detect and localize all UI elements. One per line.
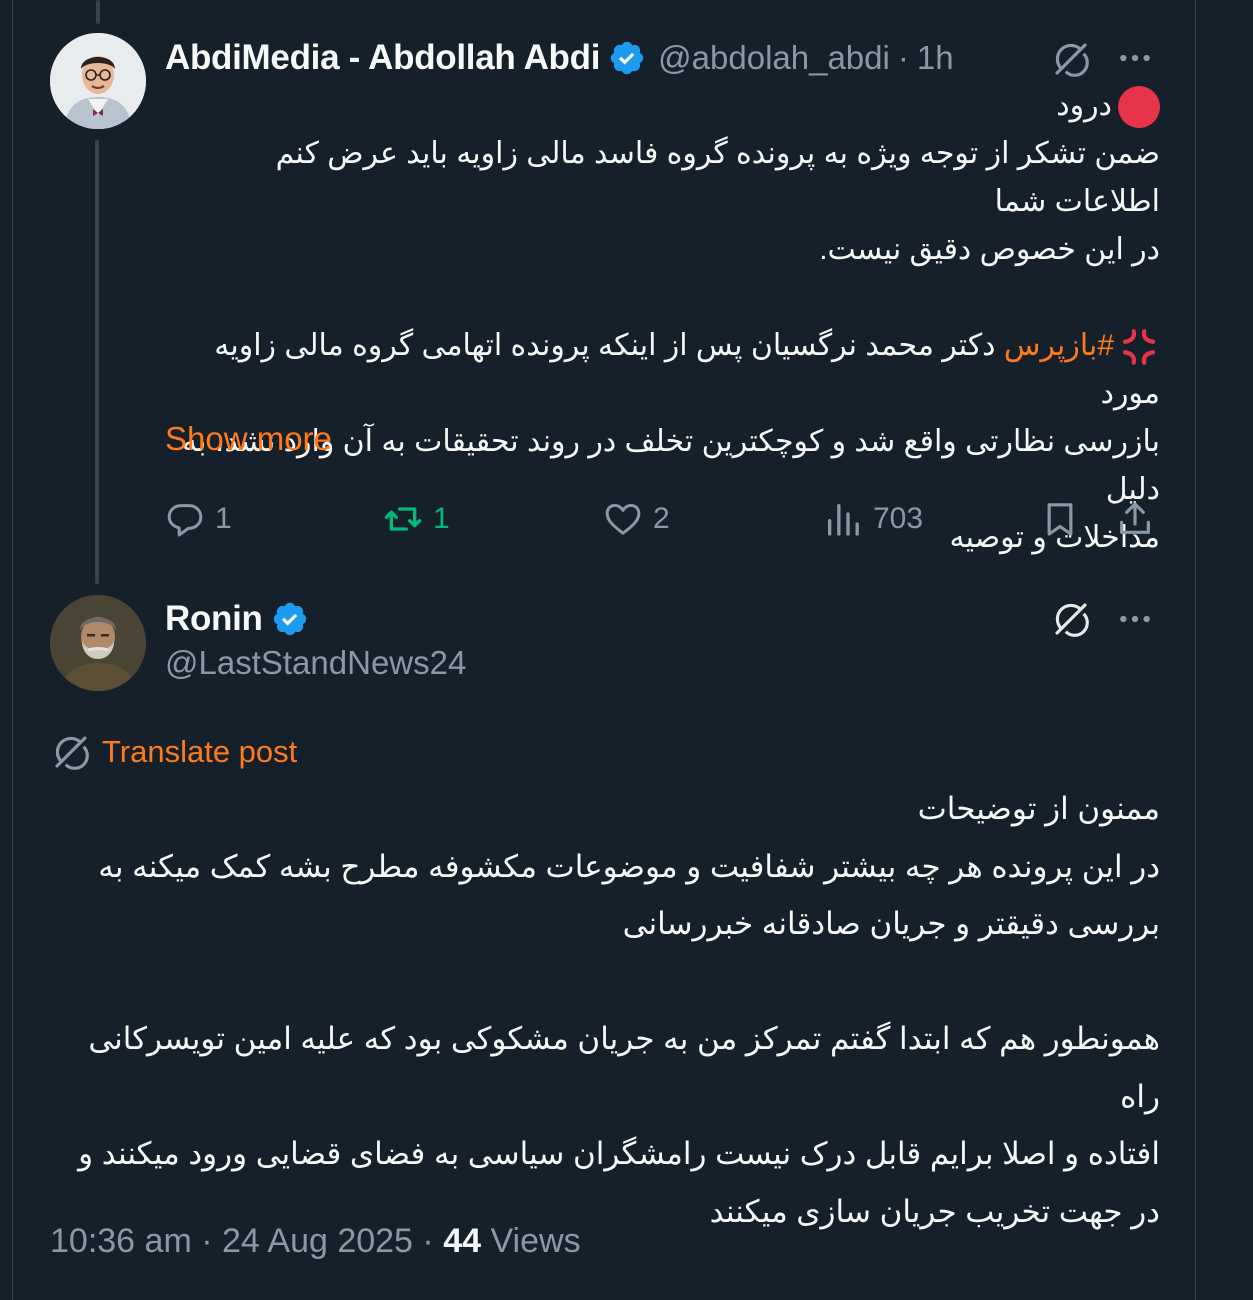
show-more-link[interactable]: Show more: [165, 420, 332, 458]
reply-author-handle[interactable]: @LastStandNews24: [165, 644, 466, 682]
translate-post-label: Translate post: [102, 734, 298, 769]
column-border-right: [1195, 0, 1196, 1300]
reply-line: افتاده و اصلا برایم قابل درک نیست رامشگر…: [78, 1136, 1160, 1171]
post-views-count: 44: [443, 1222, 482, 1260]
grok-icon[interactable]: [1050, 38, 1092, 80]
reply-text: ممنون از توضیحات در این پرونده هر چه بیش…: [50, 780, 1160, 1240]
repost-button[interactable]: 1: [383, 494, 450, 544]
grok-icon[interactable]: [1050, 598, 1092, 640]
reply-line-empty: [50, 953, 1160, 1011]
footer-separator: ·: [201, 1222, 213, 1260]
footer-separator: ·: [422, 1222, 434, 1260]
reply-icon: [167, 504, 203, 537]
bookmark-button[interactable]: [1040, 494, 1080, 544]
reply-button[interactable]: 1: [165, 494, 232, 544]
more-options-icon[interactable]: [1115, 38, 1155, 78]
tweet-line-empty: [165, 274, 1160, 322]
thread-view: AbdiMedia - Abdollah Abdi @abdolah_abdi …: [0, 0, 1253, 1300]
repost-icon: [384, 507, 422, 531]
verified-badge-icon: [608, 39, 646, 77]
reply-line: همونطور هم که ابتدا گفتم تمرکز من به جری…: [88, 1021, 1160, 1114]
reply-line: ممنون از توضیحات: [917, 791, 1160, 826]
like-button[interactable]: 2: [603, 494, 670, 544]
post-timestamp[interactable]: 10:36 am: [50, 1222, 192, 1260]
column-border-left: [12, 0, 13, 1300]
share-button[interactable]: [1115, 494, 1155, 544]
reply-count: 1: [215, 502, 232, 535]
avatar-abdimedia[interactable]: [50, 33, 146, 129]
tweet-line: درود: [1056, 89, 1112, 122]
translate-icon: [50, 731, 92, 773]
tweet-line: ضمن تشکر از توجه ویژه به پرونده گروه فاس…: [275, 137, 1160, 218]
reply-line: در این پرونده هر چه بیشتر شفافیت و موضوع…: [98, 848, 1160, 884]
anger-symbol-emoji-icon: [1118, 326, 1160, 368]
reply-line: بررسی دقیقتر و جریان صادقانه خبررسانی: [622, 906, 1160, 941]
author-handle[interactable]: @abdolah_abdi: [658, 39, 890, 77]
bookmark-icon: [1047, 503, 1073, 536]
like-icon: [605, 503, 641, 535]
post-date[interactable]: 24 Aug 2025: [222, 1222, 413, 1260]
hashtag-link[interactable]: #بازپرس: [1004, 329, 1114, 362]
reply-author-name[interactable]: Ronin: [165, 599, 263, 639]
post-views-label: Views: [490, 1222, 581, 1260]
views-button[interactable]: 703: [823, 494, 923, 544]
red-circle-emoji-icon: [1118, 86, 1160, 129]
avatar-ronin[interactable]: [50, 595, 146, 691]
more-options-icon[interactable]: [1115, 599, 1155, 639]
tweet-line: در این خصوص دقیق نیست.: [819, 233, 1160, 266]
translate-post-button[interactable]: Translate post: [50, 730, 297, 774]
tweet-header: AbdiMedia - Abdollah Abdi @abdolah_abdi …: [165, 36, 954, 80]
post-time[interactable]: 1h: [917, 39, 954, 77]
like-count: 2: [653, 502, 670, 535]
thread-connector-top: [96, 0, 100, 24]
author-name[interactable]: AbdiMedia - Abdollah Abdi: [165, 38, 600, 78]
thread-connector-line: [95, 140, 99, 584]
header-separator: ·: [897, 39, 909, 76]
views-icon: [828, 504, 859, 536]
tweet-text: درود ضمن تشکر از توجه ویژه به پرونده گرو…: [165, 82, 1160, 562]
repost-count: 1: [433, 502, 450, 535]
share-icon: [1120, 502, 1150, 534]
reply-header: Ronin: [165, 597, 309, 641]
verified-badge-icon: [271, 600, 309, 638]
views-count: 703: [873, 502, 924, 535]
post-metadata: 10:36 am · 24 Aug 2025 · 44 Views: [50, 1222, 581, 1261]
tweet-actions: 1 1 2 703: [165, 494, 1160, 544]
